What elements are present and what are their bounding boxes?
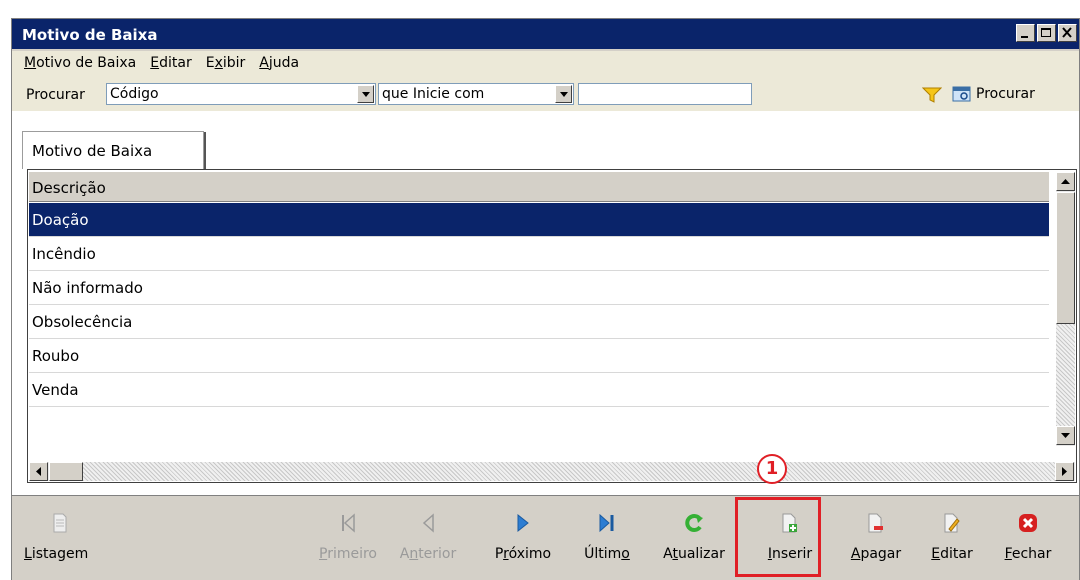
maximize-button[interactable]	[1037, 24, 1056, 42]
atualizar-label: Atualizar	[663, 546, 725, 562]
refresh-icon	[685, 514, 703, 532]
search-button[interactable]: Procurar	[952, 83, 1035, 105]
table-row[interactable]: Venda	[29, 373, 1049, 407]
chevron-down-icon[interactable]	[357, 85, 374, 103]
vertical-scroll-track[interactable]	[1056, 324, 1075, 426]
content-area: Motivo de Baixa Descrição Doação Incêndi…	[12, 111, 1079, 495]
proximo-button[interactable]: Próximo	[487, 510, 559, 562]
primeiro-label: Primeiro	[318, 546, 377, 562]
listagem-label: Listagem	[24, 546, 89, 562]
apagar-button[interactable]: Apagar	[838, 510, 914, 562]
search-input[interactable]	[578, 83, 752, 105]
apagar-label: Apagar	[850, 546, 902, 562]
search-field-value: Código	[110, 86, 159, 102]
fechar-label: Fechar	[1004, 546, 1052, 562]
search-window-icon	[952, 86, 971, 102]
search-bar: Procurar Código que Inicie com Procurar	[12, 77, 1079, 111]
tab-label: Motivo de Baixa	[32, 142, 153, 160]
scroll-down-button[interactable]	[1056, 426, 1075, 445]
table-row[interactable]: Não informado	[29, 271, 1049, 305]
editar-button[interactable]: Editar	[922, 510, 982, 562]
anterior-button[interactable]: Anterior	[397, 510, 459, 562]
table-row[interactable]: Roubo	[29, 339, 1049, 373]
horizontal-scroll-thumb[interactable]	[49, 462, 83, 481]
vertical-scrollbar[interactable]	[1056, 172, 1075, 446]
scroll-up-button[interactable]	[1056, 172, 1075, 191]
arrow-up-icon	[1061, 179, 1070, 184]
table-row[interactable]: Obsolecência	[29, 305, 1049, 339]
close-icon	[1019, 514, 1037, 532]
table-row[interactable]: Doação	[29, 203, 1049, 237]
title-bar: Motivo de Baixa	[12, 19, 1079, 49]
vertical-scroll-thumb[interactable]	[1056, 192, 1075, 324]
primeiro-button[interactable]: Primeiro	[317, 510, 379, 562]
scroll-left-button[interactable]	[29, 462, 48, 481]
table-row[interactable]: Incêndio	[29, 237, 1049, 271]
minimize-button[interactable]	[1016, 24, 1035, 42]
menu-motivo-de-baixa[interactable]: Motivo de Baixa	[24, 55, 136, 77]
filter-icon[interactable]	[922, 87, 942, 103]
search-label: Procurar	[26, 87, 85, 103]
window-controls	[1016, 24, 1077, 42]
search-mode-select[interactable]: que Inicie com	[378, 83, 574, 105]
editar-label: Editar	[931, 546, 973, 562]
delete-document-icon	[868, 513, 883, 533]
close-window-button[interactable]	[1058, 24, 1077, 42]
step-marker-badge: 1	[757, 454, 787, 484]
menu-editar[interactable]: Editar	[150, 55, 191, 77]
main-window: Motivo de Baixa Motivo de Baixa Editar E…	[11, 18, 1080, 580]
insert-highlight-box	[735, 497, 821, 577]
first-record-icon	[342, 513, 355, 533]
bottom-toolbar: Listagem Primeiro Anterior Próximo Últim…	[12, 495, 1079, 580]
arrow-right-icon	[1062, 467, 1067, 476]
anterior-label: Anterior	[399, 546, 457, 562]
scroll-right-button[interactable]	[1055, 462, 1074, 481]
menu-ajuda[interactable]: Ajuda	[259, 55, 299, 77]
search-mode-value: que Inicie com	[382, 86, 485, 102]
horizontal-scrollbar[interactable]	[29, 462, 1075, 481]
last-record-icon	[599, 513, 614, 533]
data-grid: Descrição Doação Incêndio Não informado …	[27, 169, 1077, 483]
menu-bar: Motivo de Baixa Editar Exibir Ajuda	[12, 51, 1079, 77]
arrow-down-icon	[1061, 433, 1070, 438]
search-field-select[interactable]: Código	[106, 83, 376, 105]
ultimo-label: Último	[584, 546, 630, 562]
report-icon	[53, 513, 67, 533]
atualizar-button[interactable]: Atualizar	[656, 510, 732, 562]
window-title: Motivo de Baixa	[22, 26, 158, 44]
tab-motivo-de-baixa[interactable]: Motivo de Baixa	[22, 131, 206, 170]
ultimo-button[interactable]: Último	[577, 510, 637, 562]
chevron-down-icon[interactable]	[555, 85, 572, 103]
fechar-button[interactable]: Fechar	[998, 510, 1058, 562]
proximo-label: Próximo	[494, 546, 552, 562]
horizontal-scroll-track[interactable]	[83, 462, 1055, 481]
search-button-label: Procurar	[976, 86, 1035, 102]
previous-record-icon	[422, 513, 434, 533]
edit-document-icon	[944, 513, 960, 533]
next-record-icon	[517, 513, 529, 533]
menu-exibir[interactable]: Exibir	[206, 55, 246, 77]
arrow-left-icon	[36, 467, 41, 476]
column-header-descricao[interactable]: Descrição	[29, 172, 1049, 202]
listagem-button[interactable]: Listagem	[24, 510, 104, 562]
